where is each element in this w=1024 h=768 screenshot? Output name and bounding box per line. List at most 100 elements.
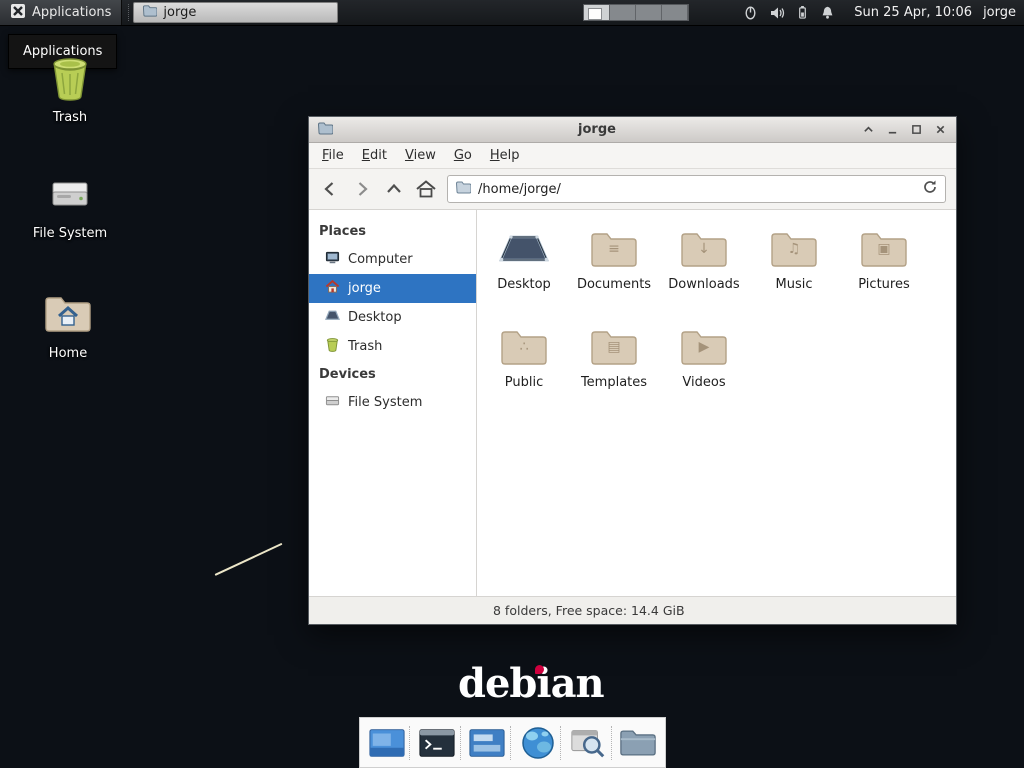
sidebar-item-label: Computer (348, 252, 413, 267)
clock-text: Sun 25 Apr, 10:06 (854, 5, 972, 20)
workspace-pager[interactable] (583, 4, 689, 21)
menu-help[interactable]: Help (481, 145, 529, 166)
pictures-emblem-icon: ▣ (858, 242, 910, 256)
shade-button[interactable] (861, 122, 876, 137)
computer-icon (325, 250, 340, 269)
folder-item-desktop[interactable]: Desktop (479, 226, 569, 324)
desktop-icon-home[interactable]: Home (20, 288, 116, 361)
web-browser-launcher-icon[interactable] (518, 723, 558, 763)
folder-item-music[interactable]: ♫ Music (749, 226, 839, 324)
menu-view[interactable]: View (396, 145, 445, 166)
app-finder-launcher-icon[interactable] (568, 723, 608, 763)
bell-icon[interactable] (820, 5, 835, 20)
folder-item-videos[interactable]: ▶ Videos (659, 324, 749, 422)
applications-menu-button[interactable]: Applications (0, 0, 122, 25)
folder-icon: ♫ (768, 226, 820, 274)
sidebar-item-computer[interactable]: Computer (309, 245, 476, 274)
folder-label: Desktop (497, 277, 551, 292)
path-text[interactable]: /home/jorge/ (478, 182, 915, 197)
sidebar-item-home[interactable]: jorge (309, 274, 476, 303)
window-title: jorge (339, 122, 855, 137)
drive-icon (325, 393, 340, 412)
applications-icon (10, 3, 26, 23)
minimize-button[interactable] (885, 122, 900, 137)
file-manager-launcher-icon[interactable] (618, 723, 658, 763)
system-tray (733, 0, 845, 25)
forward-button[interactable] (351, 178, 373, 200)
titlebar[interactable]: jorge (309, 117, 956, 143)
sidebar-item-trash[interactable]: Trash (309, 332, 476, 361)
sidebar-item-desktop[interactable]: Desktop (309, 303, 476, 332)
sidebar-item-label: Trash (348, 339, 382, 354)
folder-icon: ≡ (588, 226, 640, 274)
file-manager-window: jorge File Edit View Go Help (308, 116, 957, 625)
workspaces-launcher-icon[interactable] (467, 723, 507, 763)
folder-item-documents[interactable]: ≡ Documents (569, 226, 659, 324)
filesystem-icon (22, 168, 118, 220)
desktop-icon-label: File System (22, 226, 118, 241)
folder-view[interactable]: Desktop ≡ Documents ↓ Downloads (477, 210, 956, 596)
menu-file[interactable]: File (313, 145, 353, 166)
window-body: Places Computer jorge Desktop (309, 210, 956, 596)
debian-wordmark: debian (458, 660, 604, 707)
battery-icon[interactable] (796, 5, 809, 20)
sidebar-item-label: File System (348, 395, 422, 410)
mouse-icon[interactable] (743, 5, 758, 20)
folder-item-templates[interactable]: ▤ Templates (569, 324, 659, 422)
path-bar[interactable]: /home/jorge/ (447, 175, 946, 203)
close-button[interactable] (933, 122, 948, 137)
sidebar-item-filesystem[interactable]: File System (309, 388, 476, 417)
folder-label: Public (505, 375, 543, 390)
public-emblem-icon: ∴ (498, 340, 550, 354)
home-button[interactable] (415, 178, 437, 200)
desktop-icon-label: Trash (22, 110, 118, 125)
maximize-button[interactable] (909, 122, 924, 137)
documents-emblem-icon: ≡ (588, 242, 640, 256)
folder-icon: ▣ (858, 226, 910, 274)
desktop-window-launcher-icon[interactable] (367, 723, 407, 763)
window-icon (317, 120, 333, 140)
dock-separator (409, 726, 414, 760)
back-button[interactable] (319, 178, 341, 200)
reload-icon[interactable] (922, 179, 938, 199)
volume-icon[interactable] (769, 5, 785, 21)
taskbar-window-button[interactable]: jorge (133, 2, 338, 23)
panel-clock[interactable]: Sun 25 Apr, 10:06 (845, 0, 981, 25)
up-button[interactable] (383, 178, 405, 200)
desktop-icon-filesystem[interactable]: File System (22, 168, 118, 241)
debian-swirl-icon (535, 665, 544, 674)
dock-separator (510, 726, 515, 760)
window-icon (142, 3, 157, 22)
devices-header: Devices (309, 361, 476, 388)
desktop-stray-line (215, 543, 283, 576)
folder-icon: ▶ (678, 324, 730, 372)
folder-item-pictures[interactable]: ▣ Pictures (839, 226, 929, 324)
places-header: Places (309, 218, 476, 245)
panel-handle (122, 4, 129, 21)
folder-label: Pictures (858, 277, 909, 292)
menu-edit[interactable]: Edit (353, 145, 396, 166)
folder-label: Documents (577, 277, 651, 292)
dock-separator (560, 726, 565, 760)
workspace-2[interactable] (610, 5, 636, 20)
top-panel: Applications jorge Sun 25 Apr, 10:06 jor… (0, 0, 1024, 26)
taskbar-window-label: jorge (163, 5, 196, 20)
folder-label: Downloads (668, 277, 739, 292)
desktop-icon-trash[interactable]: Trash (22, 52, 118, 125)
bottom-dock (359, 717, 666, 768)
folder-label: Templates (581, 375, 647, 390)
sidebar: Places Computer jorge Desktop (309, 210, 477, 596)
menu-go[interactable]: Go (445, 145, 481, 166)
workspace-4[interactable] (662, 5, 688, 20)
workspace-3[interactable] (636, 5, 662, 20)
terminal-launcher-icon[interactable] (417, 723, 457, 763)
folder-item-downloads[interactable]: ↓ Downloads (659, 226, 749, 324)
folder-item-public[interactable]: ∴ Public (479, 324, 569, 422)
dock-separator (460, 726, 465, 760)
workspace-window-preview (588, 8, 602, 20)
desktop-special-icon (498, 226, 550, 274)
dock-separator (611, 726, 616, 760)
workspace-1[interactable] (584, 5, 610, 20)
panel-user-menu[interactable]: jorge (981, 0, 1024, 25)
status-text: 8 folders, Free space: 14.4 GiB (493, 603, 685, 618)
